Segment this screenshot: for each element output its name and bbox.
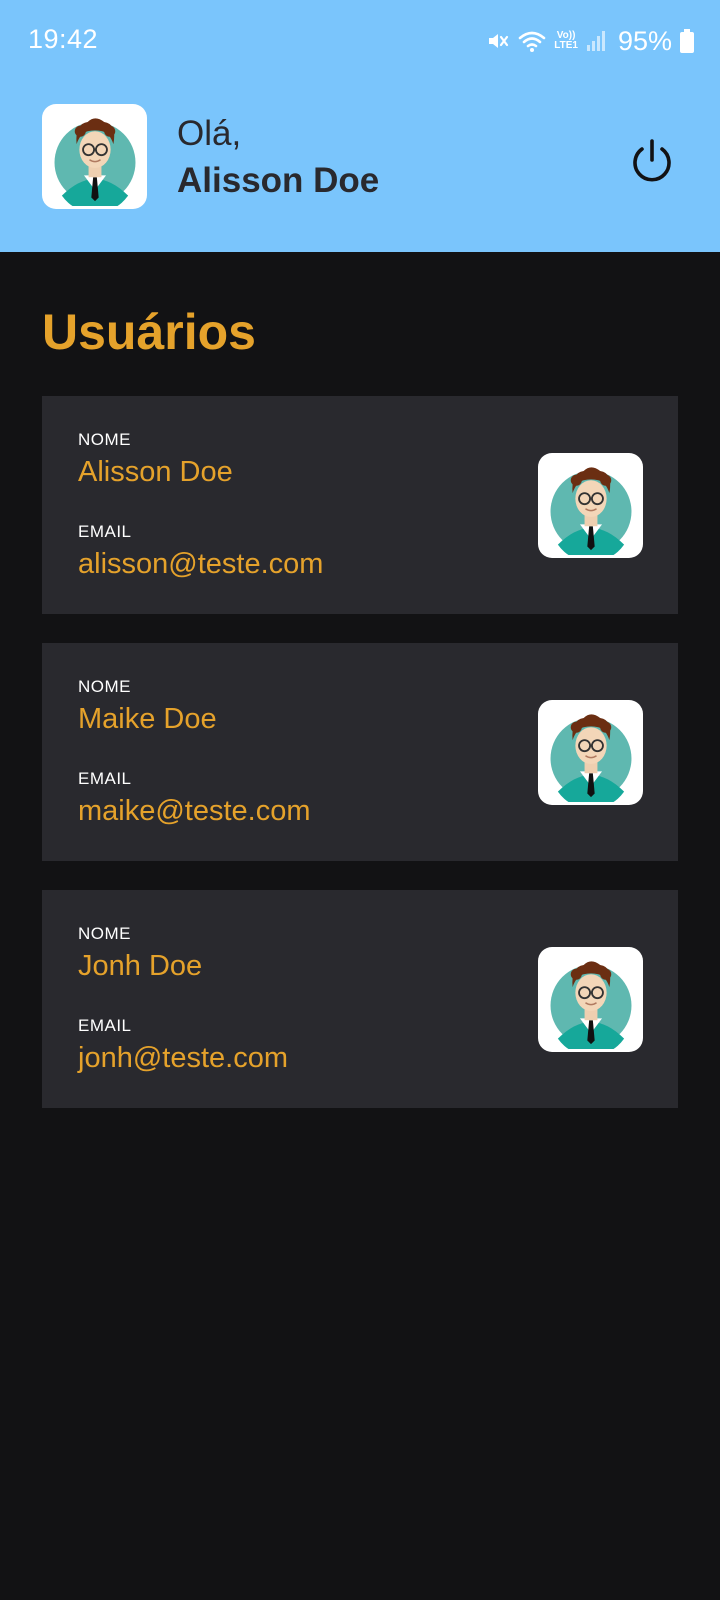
user-card-3[interactable]: NOME Jonh Doe EMAIL jonh@teste.com [42, 890, 678, 1108]
battery-icon [680, 29, 694, 53]
user-email-value: alisson@teste.com [78, 548, 324, 580]
avatar-image [550, 960, 631, 1049]
page-title: Usuários [42, 304, 256, 360]
mute-icon [489, 34, 509, 48]
network-type: Vo)) LTE1 [554, 30, 578, 51]
user-name-value: Alisson Doe [78, 456, 233, 488]
user-email-value: jonh@teste.com [78, 1042, 288, 1074]
name-label: NOME [78, 924, 131, 943]
status-time: 19:42 [28, 24, 99, 54]
avatar-image [550, 466, 631, 555]
greeting-text: Olá, [177, 114, 242, 153]
logged-user-name: Alisson Doe [177, 161, 380, 200]
battery-percent: 95% [617, 25, 672, 56]
avatar-image [550, 713, 631, 802]
power-icon[interactable] [627, 136, 677, 186]
status-bar: 19:42 Vo)) LTE1 95% [0, 0, 720, 80]
user-name-value: Maike Doe [78, 703, 217, 735]
wifi-icon [518, 31, 546, 52]
profile-avatar [42, 104, 147, 209]
email-label: EMAIL [78, 1016, 132, 1035]
user-name-value: Jonh Doe [78, 950, 203, 982]
user-email-value: maike@teste.com [78, 795, 311, 827]
logout-button[interactable] [622, 131, 682, 191]
user-card-2[interactable]: NOME Maike Doe EMAIL maike@teste.com [42, 643, 678, 861]
email-label: EMAIL [78, 769, 132, 788]
user-avatar [538, 453, 643, 558]
avatar-image [54, 117, 135, 206]
user-avatar [538, 700, 643, 805]
email-label: EMAIL [78, 522, 132, 541]
user-card-1[interactable]: NOME Alisson Doe EMAIL alisson@teste.com [42, 396, 678, 614]
user-avatar [538, 947, 643, 1052]
status-icons: Vo)) LTE1 95% [486, 24, 694, 58]
name-label: NOME [78, 677, 131, 696]
name-label: NOME [78, 430, 131, 449]
signal-icon [586, 31, 605, 51]
app-header: 19:42 Vo)) LTE1 95% Olá, Alisson Doe [0, 0, 720, 252]
